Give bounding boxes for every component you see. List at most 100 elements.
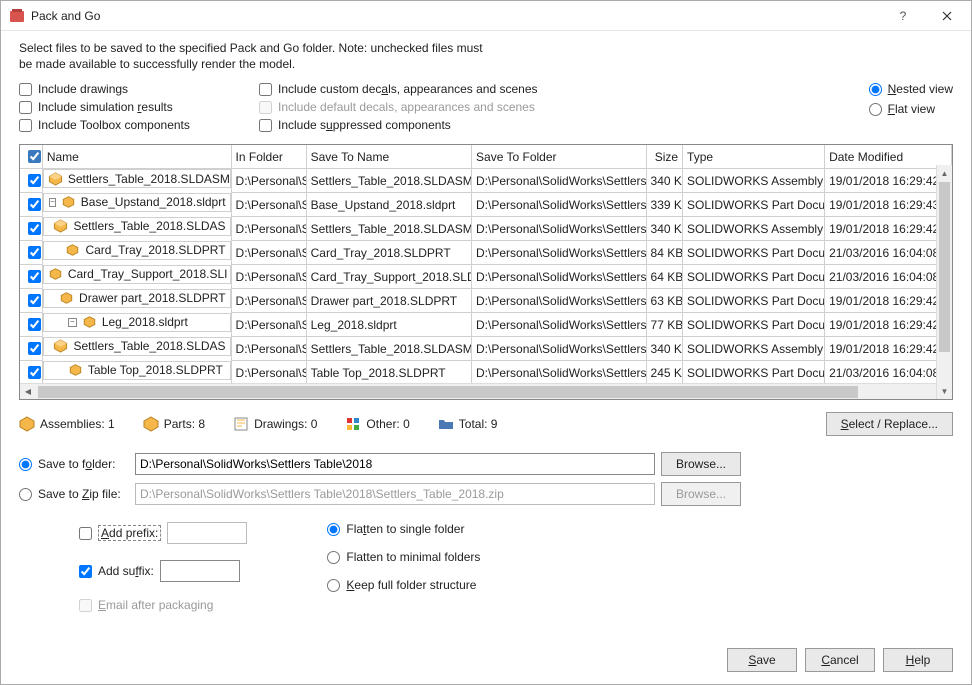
save-button[interactable]: Save [727,648,797,672]
drawing-icon [233,416,249,432]
col-save-to-folder[interactable]: Save To Folder [472,145,647,169]
row-checkbox[interactable] [28,318,41,331]
include-toolbox-checkbox[interactable]: Include Toolbox components [19,118,259,132]
window-title: Pack and Go [31,9,881,23]
browse-zip-button: Browse... [661,482,741,506]
table-row[interactable]: Card_Tray_Support_2018.SLID:\Personal\SC… [20,265,952,289]
col-in-folder[interactable]: In Folder [231,145,306,169]
table-row[interactable]: Settlers_Table_2018.SLDASD:\Personal\SSe… [20,337,952,361]
type-cell: SOLIDWORKS Part Docum [683,313,825,337]
row-checkbox[interactable] [28,222,41,235]
other-stat: Other: 0 [345,416,409,432]
nested-view-radio[interactable]: Nested view [869,82,953,96]
client-area: Select files to be saved to the specifie… [1,31,971,684]
save-to-folder-cell: D:\Personal\SolidWorks\Settlers [472,289,647,313]
date-cell: 21/03/2016 16:04:08 [825,265,952,289]
save-to-name-cell: Table Top_2018.SLDPRT [306,361,471,384]
include-drawings-checkbox[interactable]: Include drawings [19,82,259,96]
in-folder-cell: D:\Personal\S [231,313,306,337]
expander-icon[interactable]: − [68,318,77,327]
table-row[interactable]: Table Top_2018.SLDPRTD:\Personal\STable … [20,361,952,384]
include-custom-decals-checkbox[interactable]: Include custom decals, appearances and s… [259,82,538,96]
table-row[interactable]: Settlers_Table_2018.SLDASD:\Personal\SSe… [20,217,952,241]
date-cell: 21/03/2016 16:04:08 [825,361,952,384]
row-checkbox[interactable] [28,342,41,355]
save-to-folder-cell: D:\Personal\SolidWorks\Settlers [472,265,647,289]
row-checkbox[interactable] [28,270,41,283]
row-checkbox[interactable] [28,198,41,211]
type-cell: SOLIDWORKS Part Docum [683,361,825,384]
row-checkbox[interactable] [28,294,41,307]
flatten-single-radio[interactable]: Flatten to single folder [327,522,480,536]
row-checkbox[interactable] [28,174,41,187]
type-cell: SOLIDWORKS Assembly D [683,337,825,361]
app-icon [9,8,25,24]
include-suppressed-checkbox[interactable]: Include suppressed components [259,118,538,132]
save-to-folder-cell: D:\Personal\SolidWorks\Settlers [472,217,647,241]
file-name: Card_Tray_2018.SLDPRT [85,243,225,257]
scroll-up-icon[interactable]: ▲ [937,165,952,181]
vertical-scrollbar[interactable]: ▲ ▼ [936,165,952,399]
table-row[interactable]: −Base_Upstand_2018.sldprtD:\Personal\SBa… [20,193,952,217]
other-icon [345,416,361,432]
save-to-name-cell: Settlers_Table_2018.SLDASM [306,169,471,193]
include-simulation-checkbox[interactable]: Include simulation results [19,100,259,114]
scroll-thumb[interactable] [939,182,950,352]
file-name: Settlers_Table_2018.SLDAS [73,219,225,233]
close-titlebar-button[interactable] [925,2,969,30]
col-type[interactable]: Type [683,145,825,169]
stats-row: Assemblies: 1 Parts: 8 Drawings: 0 Other… [19,412,953,436]
table-row[interactable]: Settlers_Table_2018.SLDASMD:\Personal\SS… [20,169,952,193]
table-row[interactable]: Drawer part_2018.SLDPRTD:\Personal\SDraw… [20,289,952,313]
add-suffix-checkbox[interactable]: Add suffix: [79,564,154,578]
flat-view-radio[interactable]: Flat view [869,102,953,116]
col-save-to-name[interactable]: Save To Name [306,145,471,169]
in-folder-cell: D:\Personal\S [231,337,306,361]
select-all-header[interactable] [20,145,42,169]
type-cell: SOLIDWORKS Part Docum [683,289,825,313]
select-replace-button[interactable]: Select / Replace... [826,412,953,436]
total-stat: Total: 9 [438,416,498,432]
parts-stat: Parts: 8 [143,416,205,432]
email-after-checkbox: Email after packaging [79,598,247,612]
scroll-thumb[interactable] [38,386,858,398]
type-cell: SOLIDWORKS Assembly D [683,169,825,193]
type-cell: SOLIDWORKS Assembly D [683,217,825,241]
help-titlebar-button[interactable]: ? [881,2,925,30]
table-row[interactable]: Card_Tray_2018.SLDPRTD:\Personal\SCard_T… [20,241,952,265]
row-checkbox[interactable] [28,366,41,379]
col-name[interactable]: Name [42,145,231,169]
drawings-stat: Drawings: 0 [233,416,317,432]
date-cell: 19/01/2018 16:29:42 [825,337,952,361]
size-cell: 64 KB [646,265,683,289]
in-folder-cell: D:\Personal\S [231,193,306,217]
row-checkbox[interactable] [28,246,41,259]
keep-full-radio[interactable]: Keep full folder structure [327,578,480,592]
flatten-minimal-radio[interactable]: Flatten to minimal folders [327,550,480,564]
browse-folder-button[interactable]: Browse... [661,452,741,476]
suffix-input[interactable] [160,560,240,582]
table-row[interactable]: −Leg_2018.sldprtD:\Personal\SLeg_2018.sl… [20,313,952,337]
add-prefix-checkbox[interactable]: Add prefix: [79,525,161,541]
help-button[interactable]: Help [883,648,953,672]
horizontal-scrollbar[interactable]: ◀ ▶ [20,383,952,399]
expander-icon[interactable]: − [49,198,56,207]
scroll-left-icon[interactable]: ◀ [20,387,36,396]
save-to-folder-radio[interactable]: Save to folder: [19,457,129,471]
size-cell: 63 KB [646,289,683,313]
col-size[interactable]: Size [646,145,683,169]
save-to-folder-input[interactable] [135,453,655,475]
cancel-button[interactable]: Cancel [805,648,875,672]
date-cell: 19/01/2018 16:29:43 [825,193,952,217]
table-header-row: Name In Folder Save To Name Save To Fold… [20,145,952,169]
include-default-decals-checkbox: Include default decals, appearances and … [259,100,538,114]
size-cell: 340 K [646,217,683,241]
col-date-modified[interactable]: Date Modified [825,145,952,169]
instruction-line: Select files to be saved to the specifie… [19,41,953,57]
scroll-down-icon[interactable]: ▼ [937,383,952,399]
in-folder-cell: D:\Personal\S [231,361,306,384]
save-to-zip-radio[interactable]: Save to Zip file: [19,487,129,501]
date-cell: 19/01/2018 16:29:42 [825,313,952,337]
save-to-folder-cell: D:\Personal\SolidWorks\Settlers [472,241,647,265]
close-icon [942,11,952,21]
